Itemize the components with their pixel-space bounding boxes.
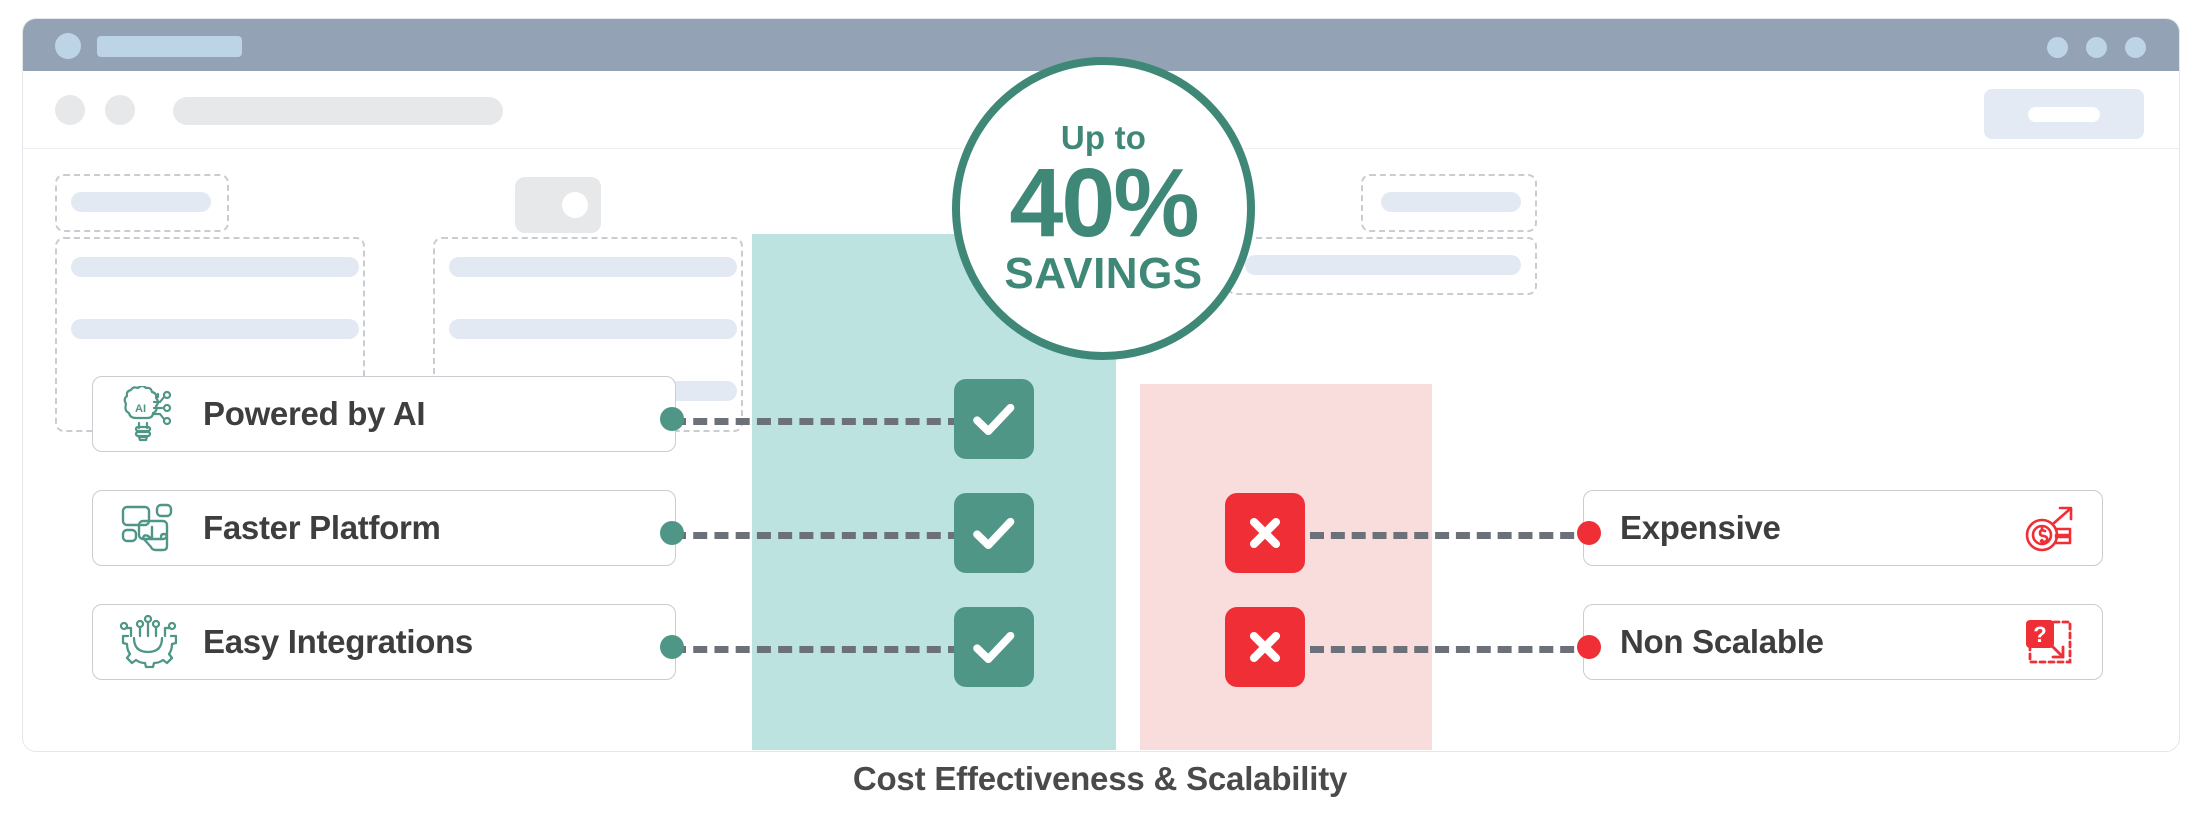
savings-badge-value: 40% — [1009, 147, 1199, 257]
con-card-label: Non Scalable — [1620, 623, 1824, 660]
svg-text:AI: AI — [135, 403, 146, 415]
savings-badge-suffix: SAVINGS — [1004, 249, 1203, 299]
address-bar-placeholder[interactable] — [173, 97, 503, 125]
pro-card-easy-integrations[interactable]: Easy Integrations — [92, 604, 676, 680]
wireframe-pill-1 — [71, 192, 211, 212]
toolbar-action-button[interactable] — [1984, 89, 2144, 139]
pro-card-powered-by-ai[interactable]: AI Powered by AI — [92, 376, 676, 452]
connector-line-con-1 — [1310, 532, 1595, 539]
title-placeholder-bar — [97, 36, 242, 57]
connector-line-pro-1 — [672, 418, 962, 425]
page-caption: Cost Effectiveness & Scalability — [852, 760, 1348, 797]
wireframe-pill-4 — [449, 257, 737, 277]
platform-click-icon — [115, 501, 181, 555]
connector-dot-pro-3 — [660, 635, 684, 659]
window-controls[interactable] — [2047, 37, 2146, 58]
connector-dot-con-2 — [1577, 635, 1601, 659]
pro-card-faster-platform[interactable]: Faster Platform — [92, 490, 676, 566]
infographic-canvas: AI Powered by AI Faster Platform Easy In… — [0, 0, 2200, 813]
con-card-label: Expensive — [1620, 509, 1781, 546]
con-card-expensive[interactable]: Expensive — [1583, 490, 2103, 566]
nav-forward-circle-icon[interactable] — [105, 95, 135, 125]
wireframe-toggle-knob-icon — [562, 192, 588, 218]
cross-mark-icon-2 — [1225, 607, 1305, 687]
connector-dot-con-1 — [1577, 521, 1601, 545]
check-mark-icon-3 — [954, 607, 1034, 687]
wireframe-toggle[interactable] — [515, 177, 601, 233]
savings-badge: Up to 40% SAVINGS — [952, 57, 1255, 360]
cross-mark-icon-1 — [1225, 493, 1305, 573]
ai-bulb-icon: AI — [115, 386, 181, 442]
wireframe-pill-2 — [71, 257, 359, 277]
connector-line-con-2 — [1310, 646, 1595, 653]
window-dot-2-icon[interactable] — [2086, 37, 2107, 58]
connector-line-pro-3 — [672, 646, 962, 653]
check-mark-icon-1 — [954, 379, 1034, 459]
pro-card-label: Faster Platform — [203, 509, 441, 546]
pro-card-label: Powered by AI — [203, 395, 426, 432]
window-dot-1-icon[interactable] — [2047, 37, 2068, 58]
window-dot-3-icon[interactable] — [2125, 37, 2146, 58]
cost-rising-icon — [2016, 501, 2082, 555]
toolbar-action-button-label-placeholder — [2028, 107, 2100, 122]
pro-card-label: Easy Integrations — [203, 623, 473, 660]
non-scalable-icon: ? — [2016, 615, 2082, 669]
circle-logo-icon — [55, 33, 81, 59]
check-mark-icon-2 — [954, 493, 1034, 573]
connector-dot-pro-1 — [660, 407, 684, 431]
svg-text:?: ? — [2033, 622, 2046, 647]
connector-line-pro-2 — [672, 532, 962, 539]
circuit-gear-icon — [115, 614, 181, 669]
wireframe-pill-3 — [71, 319, 359, 339]
con-card-non-scalable[interactable]: Non Scalable ? — [1583, 604, 2103, 680]
connector-dot-pro-2 — [660, 521, 684, 545]
wireframe-pill-7 — [1381, 192, 1521, 212]
nav-back-circle-icon[interactable] — [55, 95, 85, 125]
wireframe-pill-5 — [449, 319, 737, 339]
wireframe-pill-8 — [1245, 255, 1521, 275]
